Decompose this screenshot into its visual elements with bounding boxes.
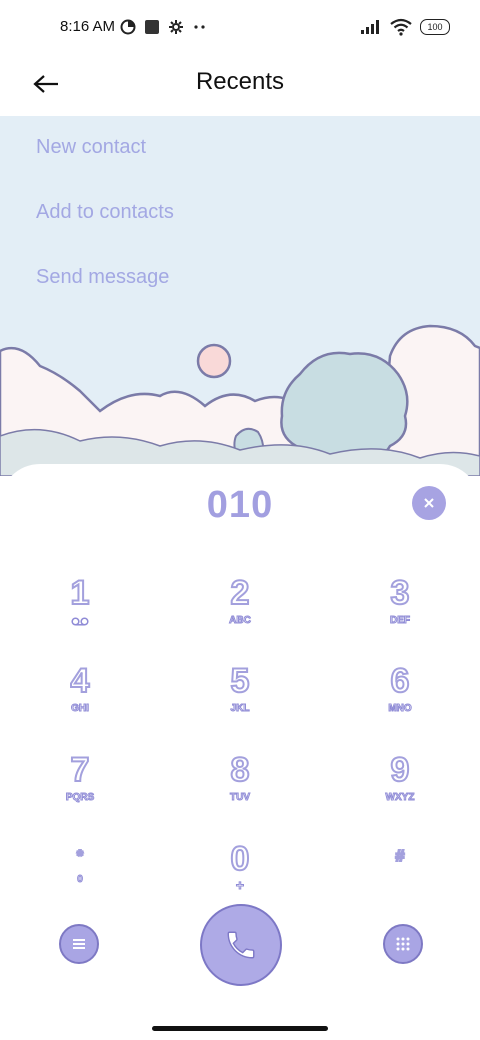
key-digit: 1 [70, 573, 91, 613]
send-message-link[interactable]: Send message [36, 266, 174, 289]
more-dots-icon [194, 25, 205, 29]
status-bar: 8:16 AM 100 [0, 0, 480, 56]
key-letters: WXYZ [385, 792, 415, 804]
add-to-contacts-link[interactable]: Add to contacts [36, 201, 174, 224]
status-icons-right: 100 [360, 16, 450, 38]
page-title: Recents [195, 68, 285, 95]
key-digit: 5 [230, 661, 251, 701]
key-hash[interactable]: # [350, 840, 450, 918]
key-4[interactable]: 4 GHI [30, 661, 130, 740]
keypad-toggle-button[interactable] [383, 924, 423, 964]
key-5[interactable]: 5 JKL [190, 661, 290, 740]
close-icon [424, 498, 434, 508]
key-1[interactable]: 1 [30, 573, 130, 652]
signal-icon [361, 20, 379, 34]
key-star[interactable]: * 0 [30, 840, 130, 918]
battery-icon: 100 [420, 19, 450, 35]
status-time: 8:16 AM [60, 18, 116, 35]
data-saver-icon [120, 19, 136, 35]
key-letters: MNO [388, 703, 412, 715]
key-6[interactable]: 6 MNO [350, 661, 450, 740]
quick-actions: New contact Add to contacts Send message [36, 136, 174, 331]
key-digit: 9 [390, 750, 411, 790]
key-digit: # [395, 847, 406, 866]
key-letters: + [235, 877, 245, 894]
illustration-area: New contact Add to contacts Send message [0, 116, 480, 476]
key-7[interactable]: 7 PQRS [30, 750, 130, 829]
voicemail-icon [71, 617, 89, 626]
square-notification-icon [145, 20, 159, 34]
key-digit: 8 [230, 750, 251, 790]
key-letters: 0 [77, 874, 84, 886]
key-9[interactable]: 9 WXYZ [350, 750, 450, 829]
dialer-actions [0, 904, 480, 1006]
phone-icon [227, 931, 255, 959]
key-digit: * [76, 847, 84, 866]
key-digit: 4 [70, 661, 91, 701]
key-letters: TUV [230, 792, 251, 804]
new-contact-link[interactable]: New contact [36, 136, 174, 159]
status-icons-left [120, 18, 208, 36]
key-digit: 0 [230, 839, 251, 879]
key-letters: GHI [71, 703, 90, 715]
app-bar: Recents [0, 56, 480, 116]
key-3[interactable]: 3 DEF [350, 573, 450, 652]
home-indicator[interactable] [152, 1026, 328, 1031]
key-digit: 2 [230, 573, 251, 613]
wifi-icon [390, 18, 412, 36]
clear-button[interactable] [412, 486, 446, 520]
key-2[interactable]: 2 ABC [190, 573, 290, 652]
call-button[interactable] [200, 904, 282, 986]
gear-icon [169, 20, 183, 34]
key-letters: PQRS [65, 792, 95, 804]
key-digit: 6 [390, 661, 411, 701]
dialer-panel: 010 1 2 ABC 3 DEF 4 GHI 5 JKL 6 MNO 7 PQ… [0, 464, 480, 1024]
dialpad-icon [396, 937, 410, 951]
key-letters: DEF [390, 615, 411, 627]
key-digit: 3 [390, 573, 411, 613]
menu-icon [73, 939, 85, 949]
menu-button[interactable] [59, 924, 99, 964]
key-letters: ABC [229, 615, 252, 627]
key-letters: JKL [230, 703, 250, 715]
dialed-number: 010 [206, 484, 274, 526]
key-8[interactable]: 8 TUV [190, 750, 290, 829]
key-digit: 7 [70, 750, 91, 790]
